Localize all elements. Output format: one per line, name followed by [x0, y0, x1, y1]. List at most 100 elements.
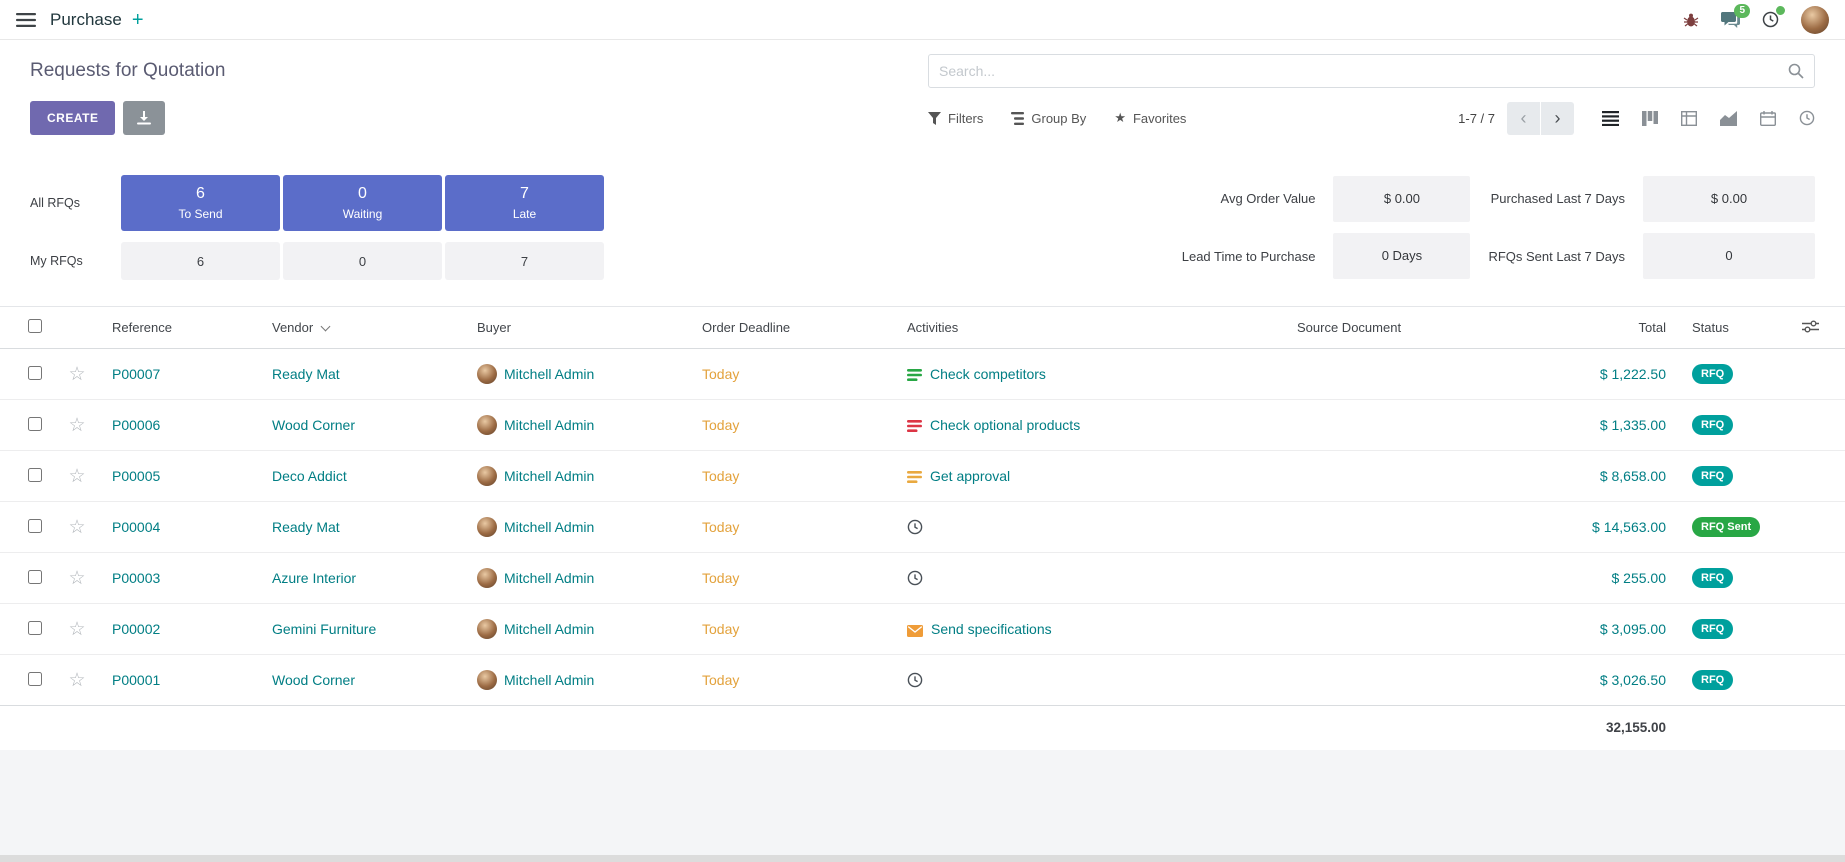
create-button[interactable]: CREATE: [30, 101, 115, 135]
star-icon[interactable]: ☆: [68, 568, 85, 589]
filter-icon: [928, 112, 941, 125]
vendor-link[interactable]: Ready Mat: [272, 366, 340, 382]
star-icon[interactable]: ☆: [68, 364, 85, 385]
my-to-send-count[interactable]: 6: [121, 242, 280, 280]
favorites-button[interactable]: ★ Favorites: [1114, 110, 1186, 126]
column-header-order-deadline[interactable]: Order Deadline: [692, 307, 897, 349]
activity-envelope-icon[interactable]: [907, 625, 923, 637]
reference-link[interactable]: P00007: [112, 366, 160, 382]
new-tab-icon[interactable]: +: [132, 10, 144, 30]
vendor-link[interactable]: Deco Addict: [272, 468, 347, 484]
reference-link[interactable]: P00005: [112, 468, 160, 484]
view-kanban-icon[interactable]: [1642, 111, 1658, 126]
apps-menu-icon[interactable]: [16, 13, 36, 27]
column-header-status[interactable]: Status: [1682, 307, 1792, 349]
row-checkbox[interactable]: [28, 570, 42, 584]
status-badge: RFQ: [1692, 619, 1733, 639]
my-late-count[interactable]: 7: [445, 242, 604, 280]
activity-clock-icon[interactable]: [907, 672, 923, 688]
tile-late[interactable]: 7 Late: [445, 175, 604, 231]
rfq-table: Reference Vendor Buyer Order Deadline Ac…: [0, 307, 1845, 750]
kpi-label-rfqs-sent-last-7-days: RFQs Sent Last 7 Days: [1488, 249, 1625, 264]
status-badge: RFQ: [1692, 415, 1733, 435]
view-list-icon[interactable]: [1602, 111, 1619, 126]
column-header-buyer[interactable]: Buyer: [467, 307, 692, 349]
buyer-link[interactable]: Mitchell Admin: [504, 417, 594, 433]
row-checkbox[interactable]: [28, 672, 42, 686]
column-header-source-document[interactable]: Source Document: [1287, 307, 1517, 349]
pager-next-button[interactable]: ›: [1541, 102, 1574, 135]
row-checkbox[interactable]: [28, 621, 42, 635]
reference-link[interactable]: P00006: [112, 417, 160, 433]
table-row[interactable]: ☆P00007Ready MatMitchell AdminTodayCheck…: [0, 349, 1845, 400]
status-badge: RFQ: [1692, 466, 1733, 486]
messages-icon[interactable]: 5: [1721, 12, 1740, 28]
activity-clock-icon[interactable]: [907, 519, 923, 535]
buyer-link[interactable]: Mitchell Admin: [504, 519, 594, 535]
view-pivot-icon[interactable]: [1681, 111, 1697, 126]
column-header-total[interactable]: Total: [1517, 307, 1682, 349]
activity-bars-icon[interactable]: [907, 470, 922, 484]
activity-link[interactable]: Send specifications: [931, 621, 1052, 637]
column-header-reference[interactable]: Reference: [102, 307, 262, 349]
activity-link[interactable]: Check optional products: [930, 417, 1080, 433]
table-row[interactable]: ☆P00006Wood CornerMitchell AdminTodayChe…: [0, 400, 1845, 451]
table-row[interactable]: ☆P00001Wood CornerMitchell AdminToday$ 3…: [0, 655, 1845, 706]
vendor-link[interactable]: Wood Corner: [272, 417, 355, 433]
reference-link[interactable]: P00004: [112, 519, 160, 535]
row-checkbox[interactable]: [28, 366, 42, 380]
reference-link[interactable]: P00001: [112, 672, 160, 688]
buyer-link[interactable]: Mitchell Admin: [504, 366, 594, 382]
vendor-link[interactable]: Gemini Furniture: [272, 621, 376, 637]
table-row[interactable]: ☆P00005Deco AddictMitchell AdminTodayGet…: [0, 451, 1845, 502]
table-row[interactable]: ☆P00003Azure InteriorMitchell AdminToday…: [0, 553, 1845, 604]
bug-icon[interactable]: [1683, 12, 1699, 28]
vendor-link[interactable]: Ready Mat: [272, 519, 340, 535]
user-avatar[interactable]: [1801, 6, 1829, 34]
activities-icon[interactable]: [1762, 11, 1779, 28]
tile-waiting[interactable]: 0 Waiting: [283, 175, 442, 231]
horizontal-scrollbar[interactable]: [0, 855, 1845, 862]
reference-link[interactable]: P00003: [112, 570, 160, 586]
buyer-link[interactable]: Mitchell Admin: [504, 468, 594, 484]
view-graph-icon[interactable]: [1720, 111, 1737, 126]
buyer-link[interactable]: Mitchell Admin: [504, 621, 594, 637]
app-name[interactable]: Purchase: [50, 10, 122, 30]
vendor-link[interactable]: Wood Corner: [272, 672, 355, 688]
vendor-link[interactable]: Azure Interior: [272, 570, 356, 586]
total-amount: $ 8,658.00: [1600, 468, 1666, 484]
star-icon[interactable]: ☆: [68, 466, 85, 487]
table-row[interactable]: ☆P00002Gemini FurnitureMitchell AdminTod…: [0, 604, 1845, 655]
row-checkbox[interactable]: [28, 417, 42, 431]
row-checkbox[interactable]: [28, 519, 42, 533]
search-bar[interactable]: [928, 54, 1815, 88]
pager-previous-button[interactable]: ‹: [1507, 102, 1540, 135]
activity-bars-icon[interactable]: [907, 419, 922, 433]
row-checkbox[interactable]: [28, 468, 42, 482]
my-waiting-count[interactable]: 0: [283, 242, 442, 280]
activity-link[interactable]: Get approval: [930, 468, 1010, 484]
view-activity-icon[interactable]: [1799, 110, 1815, 126]
star-icon[interactable]: ☆: [68, 517, 85, 538]
column-header-vendor[interactable]: Vendor: [262, 307, 467, 349]
buyer-link[interactable]: Mitchell Admin: [504, 672, 594, 688]
column-header-activities[interactable]: Activities: [897, 307, 1287, 349]
export-button[interactable]: [123, 101, 165, 135]
group-by-button[interactable]: Group By: [1011, 111, 1086, 126]
tile-to-send[interactable]: 6 To Send: [121, 175, 280, 231]
activity-bars-icon[interactable]: [907, 368, 922, 382]
activity-link[interactable]: Check competitors: [930, 366, 1046, 382]
table-row[interactable]: ☆P00004Ready MatMitchell AdminToday$ 14,…: [0, 502, 1845, 553]
search-input[interactable]: [939, 63, 1788, 79]
reference-link[interactable]: P00002: [112, 621, 160, 637]
view-calendar-icon[interactable]: [1760, 111, 1776, 126]
star-icon[interactable]: ☆: [68, 670, 85, 691]
filters-button[interactable]: Filters: [928, 111, 983, 126]
select-all-checkbox[interactable]: [28, 319, 42, 333]
search-icon[interactable]: [1788, 63, 1804, 79]
star-icon[interactable]: ☆: [68, 415, 85, 436]
activity-clock-icon[interactable]: [907, 570, 923, 586]
buyer-link[interactable]: Mitchell Admin: [504, 570, 594, 586]
optional-columns-icon[interactable]: [1802, 320, 1819, 333]
star-icon[interactable]: ☆: [68, 619, 85, 640]
